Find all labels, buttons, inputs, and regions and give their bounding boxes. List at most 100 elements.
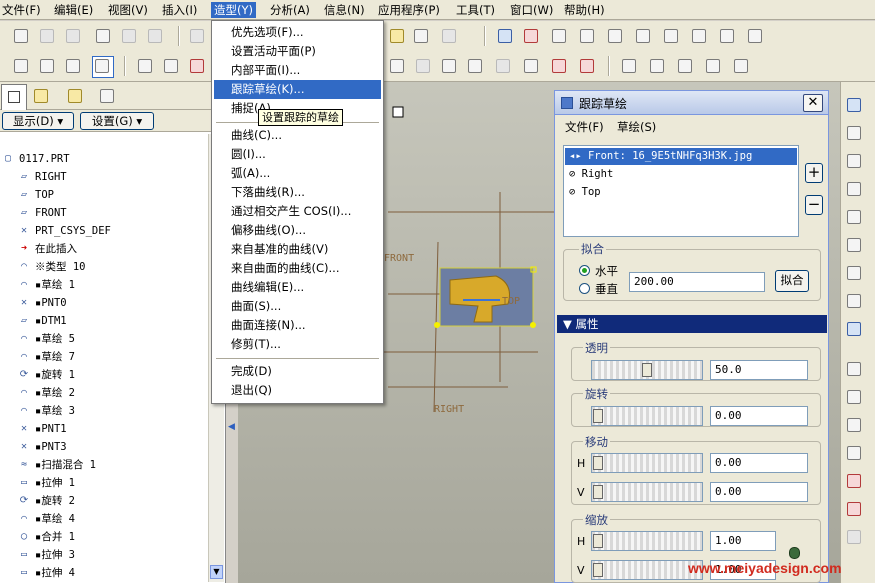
dropdown-item[interactable]: 曲线(C)... bbox=[214, 126, 381, 145]
print-icon[interactable] bbox=[94, 27, 112, 45]
light-bulb-icon[interactable] bbox=[388, 27, 406, 45]
list-item-front[interactable]: ◂▸ Front: 16_9E5tNHFq3H3K.jpg bbox=[565, 148, 797, 165]
list-item-right[interactable]: ⊘ Right bbox=[565, 166, 797, 183]
add-sketch-button[interactable]: + bbox=[805, 163, 823, 183]
vertical-radio[interactable] bbox=[579, 283, 590, 294]
pin-icon[interactable] bbox=[392, 106, 404, 118]
slope-icon[interactable] bbox=[522, 57, 540, 75]
dropdown-item[interactable]: 来自基准的曲线(V) bbox=[214, 240, 381, 259]
tab-folder-browser[interactable] bbox=[32, 87, 50, 105]
done-check-icon[interactable] bbox=[845, 320, 863, 338]
rotation-slider[interactable] bbox=[591, 406, 703, 426]
slider-knob[interactable] bbox=[642, 363, 652, 377]
zoom-fit-icon[interactable] bbox=[634, 27, 652, 45]
dropdown-item[interactable]: 弧(A)... bbox=[214, 164, 381, 183]
email-icon[interactable] bbox=[120, 27, 138, 45]
tree-item[interactable]: ⌒ ▪草绘 7 bbox=[16, 348, 75, 366]
dropdown-item[interactable]: 来自曲面的曲线(C)... bbox=[214, 259, 381, 278]
tree-item[interactable]: ▭ ▪拉伸 4 bbox=[16, 564, 75, 582]
reorient-icon[interactable] bbox=[662, 27, 680, 45]
scale-h-slider[interactable] bbox=[591, 531, 703, 551]
remove-analysis-icon[interactable] bbox=[578, 57, 596, 75]
move-v-field[interactable]: 0.00 bbox=[710, 482, 808, 502]
tree-item[interactable]: ▭ ▪拉伸 1 bbox=[16, 474, 75, 492]
surface-measure-icon[interactable] bbox=[732, 57, 750, 75]
rotation-field[interactable]: 0.00 bbox=[710, 406, 808, 426]
no-hidden-icon[interactable] bbox=[92, 56, 114, 78]
measure-icon[interactable] bbox=[676, 57, 694, 75]
tree-item[interactable]: ▱ ▪DTM1 bbox=[16, 312, 67, 330]
zoom-out-icon[interactable] bbox=[606, 27, 624, 45]
menu-tools[interactable]: 工具(T) bbox=[456, 2, 495, 18]
menu-insert[interactable]: 插入(I) bbox=[162, 2, 197, 18]
datum-point-display-icon[interactable] bbox=[188, 57, 206, 75]
trace-handle-left[interactable] bbox=[434, 322, 440, 328]
datum-plane-icon[interactable] bbox=[845, 388, 863, 406]
tree-item[interactable]: ◠ ※类型 10 bbox=[16, 258, 85, 276]
datum-plane-display-icon[interactable] bbox=[136, 57, 154, 75]
style-tool-icon[interactable] bbox=[414, 57, 432, 75]
eye-visible-icon[interactable]: ◂▸ bbox=[569, 150, 588, 162]
saved-views-icon[interactable] bbox=[690, 27, 708, 45]
slider-knob[interactable] bbox=[593, 534, 603, 548]
menu-analysis[interactable]: 分析(A) bbox=[270, 2, 310, 18]
surface-edit-icon[interactable] bbox=[845, 264, 863, 282]
tree-item[interactable]: ▱ TOP bbox=[16, 186, 54, 204]
tree-item[interactable]: ▭ ▪拉伸 3 bbox=[16, 546, 75, 564]
properties-header[interactable]: ▼ 属性 bbox=[557, 315, 827, 333]
view-manager-icon[interactable] bbox=[746, 27, 764, 45]
dropdown-item[interactable]: 优先选项(F)... bbox=[214, 23, 381, 42]
tree-item[interactable]: ➜ 在此插入 bbox=[16, 240, 77, 258]
zoom-in-icon[interactable] bbox=[578, 27, 596, 45]
menu-view[interactable]: 视图(V) bbox=[108, 2, 148, 18]
tab-favorites[interactable] bbox=[66, 87, 84, 105]
dropdown-item[interactable]: 完成(D) bbox=[214, 362, 381, 381]
select-arrow-icon[interactable] bbox=[845, 96, 863, 114]
sketch-curve-icon[interactable] bbox=[845, 360, 863, 378]
dropdown-item[interactable]: 跟踪草绘(K)... bbox=[214, 80, 381, 99]
regenerate-icon[interactable] bbox=[496, 27, 514, 45]
settings-dropdown-button[interactable]: 设置(G) ▾ bbox=[80, 112, 154, 130]
remove-sketch-button[interactable]: − bbox=[805, 195, 823, 215]
eye-hidden-icon[interactable]: ⊘ bbox=[569, 186, 582, 198]
scale-h-field[interactable]: 1.00 bbox=[710, 531, 776, 551]
menu-styling[interactable]: 造型(Y) bbox=[211, 2, 256, 18]
tree-item[interactable]: ⟳ ▪旋转 2 bbox=[16, 492, 75, 510]
wireframe-icon[interactable] bbox=[38, 57, 56, 75]
tree-item[interactable]: ◯ ▪合并 1 bbox=[16, 528, 75, 546]
curve-measure-icon[interactable] bbox=[704, 57, 722, 75]
tree-item[interactable]: ⟳ ▪旋转 1 bbox=[16, 366, 75, 384]
tree-item[interactable]: ✕ ▪PNT1 bbox=[16, 420, 67, 438]
dropdown-item[interactable]: 修剪(T)... bbox=[214, 335, 381, 354]
delete-analysis-icon[interactable] bbox=[550, 57, 568, 75]
fit-value-field[interactable]: 200.00 bbox=[629, 272, 765, 292]
curve-edit-icon[interactable] bbox=[845, 180, 863, 198]
send-icon[interactable] bbox=[146, 27, 164, 45]
scroll-down-icon[interactable]: ▼ bbox=[210, 565, 223, 579]
menu-applications[interactable]: 应用程序(P) bbox=[378, 2, 440, 18]
scale-v-slider[interactable] bbox=[591, 560, 703, 580]
dropdown-item[interactable]: 退出(Q) bbox=[214, 381, 381, 400]
fit-button[interactable]: 拟合 bbox=[775, 270, 809, 292]
dropdown-item[interactable]: 通过相交产生 COS(I)... bbox=[214, 202, 381, 221]
tree-item[interactable]: ⌒ ▪草绘 1 bbox=[16, 276, 75, 294]
gear-search-icon[interactable] bbox=[550, 27, 568, 45]
tree-item[interactable]: ▢ 0117.PRT bbox=[0, 150, 70, 168]
datum-axis-display-icon[interactable] bbox=[162, 57, 180, 75]
open-file-icon[interactable] bbox=[38, 27, 56, 45]
dropdown-item[interactable]: 下落曲线(R)... bbox=[214, 183, 381, 202]
tree-item[interactable]: ✕ ▪PNT0 bbox=[16, 294, 67, 312]
layers-icon[interactable] bbox=[718, 27, 736, 45]
transparency-field[interactable]: 50.0 bbox=[710, 360, 808, 380]
tree-item[interactable]: ▱ FRONT bbox=[16, 204, 67, 222]
menu-window[interactable]: 窗口(W) bbox=[510, 2, 553, 18]
collapse-arrow-icon[interactable]: ◀ bbox=[228, 422, 236, 440]
tree-item[interactable]: ✕ ▪PNT3 bbox=[16, 438, 67, 456]
tree-item[interactable]: ⌒ ▪草绘 3 bbox=[16, 402, 75, 420]
transparency-slider[interactable] bbox=[591, 360, 703, 380]
close-icon[interactable]: ✕ bbox=[803, 94, 823, 112]
trace-handle-right[interactable] bbox=[530, 322, 536, 328]
boundary-surface-icon[interactable] bbox=[845, 236, 863, 254]
reflection-icon[interactable] bbox=[494, 57, 512, 75]
trim-surface-icon[interactable] bbox=[845, 292, 863, 310]
